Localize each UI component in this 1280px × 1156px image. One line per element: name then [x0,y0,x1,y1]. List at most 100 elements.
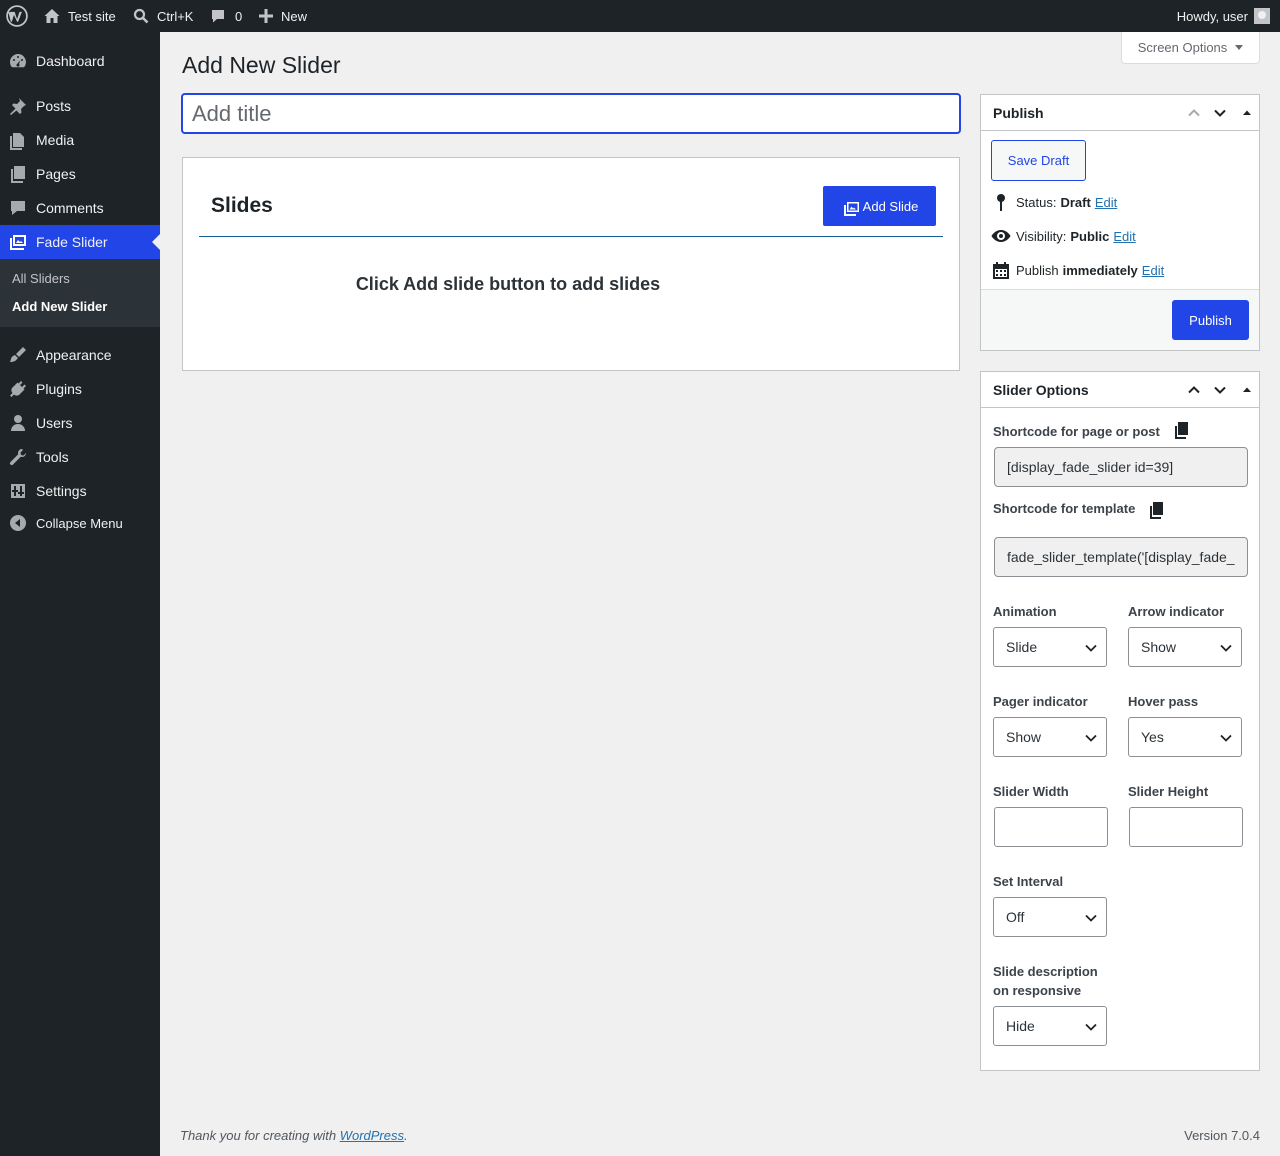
slider-height-input[interactable] [1129,807,1243,847]
sidebar-item-users[interactable]: Users [0,406,160,440]
sidebar-item-label: Comments [36,200,104,216]
search-icon [133,8,149,24]
search-shortcut[interactable]: Ctrl+K [133,0,193,32]
publish-box: Publish Save Draft Status: Draft Edit Vi… [980,94,1260,351]
pages-icon [8,164,28,184]
hover-pass-label: Hover pass [1128,694,1199,709]
footer-thanks-suffix: . [404,1128,408,1143]
comment-icon [8,198,28,218]
move-down-icon[interactable] [1210,380,1230,400]
edit-status-link[interactable]: Edit [1095,195,1117,210]
move-down-icon[interactable] [1210,103,1230,123]
chevron-down-icon [1220,734,1232,742]
new-content-link[interactable]: New [259,0,307,32]
search-shortcut-label: Ctrl+K [157,8,194,24]
slide-description-label: Slide description on responsive [993,962,1098,1000]
publish-button[interactable]: Publish [1172,300,1249,340]
arrow-indicator-select[interactable]: Show [1128,627,1242,667]
copy-icon[interactable] [1149,502,1165,520]
media-icon [8,130,28,150]
sidebar-item-label: Settings [36,483,87,499]
comment-icon [210,8,226,24]
publish-box-title: Publish [993,105,1044,121]
collapse-menu-button[interactable]: Collapse Menu [0,506,160,540]
animation-value: Slide [1006,639,1038,655]
sidebar-item-pages[interactable]: Pages [0,157,160,191]
wordpress-logo-icon[interactable] [6,0,28,32]
greeting: Howdy, user [1176,8,1248,24]
publish-date-row: Publish immediately Edit [991,260,1164,280]
move-up-icon[interactable] [1184,380,1204,400]
edit-publish-date-link[interactable]: Edit [1142,263,1164,278]
slide-description-value: Hide [1006,1018,1035,1034]
sidebar-item-plugins[interactable]: Plugins [0,372,160,406]
visibility-value: Public [1070,228,1110,244]
chevron-down-icon [1220,644,1232,652]
submenu-all-sliders[interactable]: All Sliders [12,271,70,286]
post-title-input[interactable] [181,93,961,134]
site-name: Test site [68,8,116,24]
collapse-icon [8,513,28,533]
wordpress-link[interactable]: WordPress [340,1128,404,1143]
admin-sidebar: Dashboard Posts Media Pages Comments Fad… [0,32,160,1156]
sidebar-item-media[interactable]: Media [0,123,160,157]
arrow-indicator-value: Show [1141,639,1177,655]
save-draft-button[interactable]: Save Draft [991,140,1086,181]
sidebar-item-fade-slider[interactable]: Fade Slider [0,225,160,259]
my-account[interactable]: Howdy, user [1177,0,1270,32]
sidebar-item-label: Users [36,415,73,431]
hover-pass-value: Yes [1141,729,1164,745]
screen-options-label: Screen Options [1137,40,1228,55]
comments-count: 0 [235,8,243,24]
sidebar-item-label: Posts [36,98,72,114]
chevron-down-icon [1085,644,1097,652]
animation-select[interactable]: Slide [993,627,1107,667]
sidebar-item-tools[interactable]: Tools [0,440,160,474]
sidebar-item-comments[interactable]: Comments [0,191,160,225]
chevron-down-icon [1085,914,1097,922]
slider-width-input[interactable] [994,807,1108,847]
slider-width-label: Slider Width [993,784,1069,799]
site-name-link[interactable]: Test site [44,0,116,32]
hover-pass-select[interactable]: Yes [1128,717,1242,757]
pin-icon [991,192,1011,212]
visibility-row: Visibility: Public Edit [991,226,1136,246]
edit-visibility-link[interactable]: Edit [1113,229,1135,244]
sidebar-item-posts[interactable]: Posts [0,89,160,123]
sidebar-item-appearance[interactable]: Appearance [0,338,160,372]
slide-description-label-line1: Slide description [993,964,1098,979]
toggle-panel-icon[interactable] [1237,380,1257,400]
sidebar-item-dashboard[interactable]: Dashboard [0,44,160,78]
toggle-panel-icon[interactable] [1237,103,1257,123]
comments-link[interactable]: 0 [210,0,242,32]
fade-slider-submenu: All Sliders Add New Slider [0,259,160,327]
caret-down-icon [1235,45,1244,50]
copy-icon[interactable] [1174,422,1190,440]
footer-thanks-prefix: Thank you for creating with [180,1128,340,1143]
publish-box-header: Publish [981,95,1259,131]
move-up-icon[interactable] [1184,103,1204,123]
submenu-add-new-slider[interactable]: Add New Slider [12,299,107,314]
sidebar-item-settings[interactable]: Settings [0,474,160,508]
wrench-icon [8,447,28,467]
slide-description-select[interactable]: Hide [993,1006,1107,1046]
brush-icon [8,345,28,365]
screen-options-button[interactable]: Screen Options [1121,32,1260,64]
set-interval-select[interactable]: Off [993,897,1107,937]
eye-icon [991,226,1011,246]
set-interval-value: Off [1006,909,1025,925]
shortcode-post-label: Shortcode for page or post [993,424,1160,439]
shortcode-post-field[interactable]: [display_fade_slider id=39] [994,447,1248,487]
add-slide-button[interactable]: Add Slide [823,186,936,226]
animation-label: Animation [993,604,1057,619]
pin-icon [8,96,28,116]
sidebar-item-label: Collapse Menu [36,515,123,531]
status-value: Draft [1060,194,1091,210]
shortcode-template-field[interactable]: fade_slider_template('[display_fade_ [994,537,1248,577]
sidebar-item-label: Media [36,132,75,148]
status-row: Status: Draft Edit [991,192,1117,212]
pager-indicator-select[interactable]: Show [993,717,1107,757]
shortcode-template-label: Shortcode for template [993,501,1136,516]
arrow-indicator-label: Arrow indicator [1128,604,1225,619]
slider-height-label: Slider Height [1128,784,1209,799]
